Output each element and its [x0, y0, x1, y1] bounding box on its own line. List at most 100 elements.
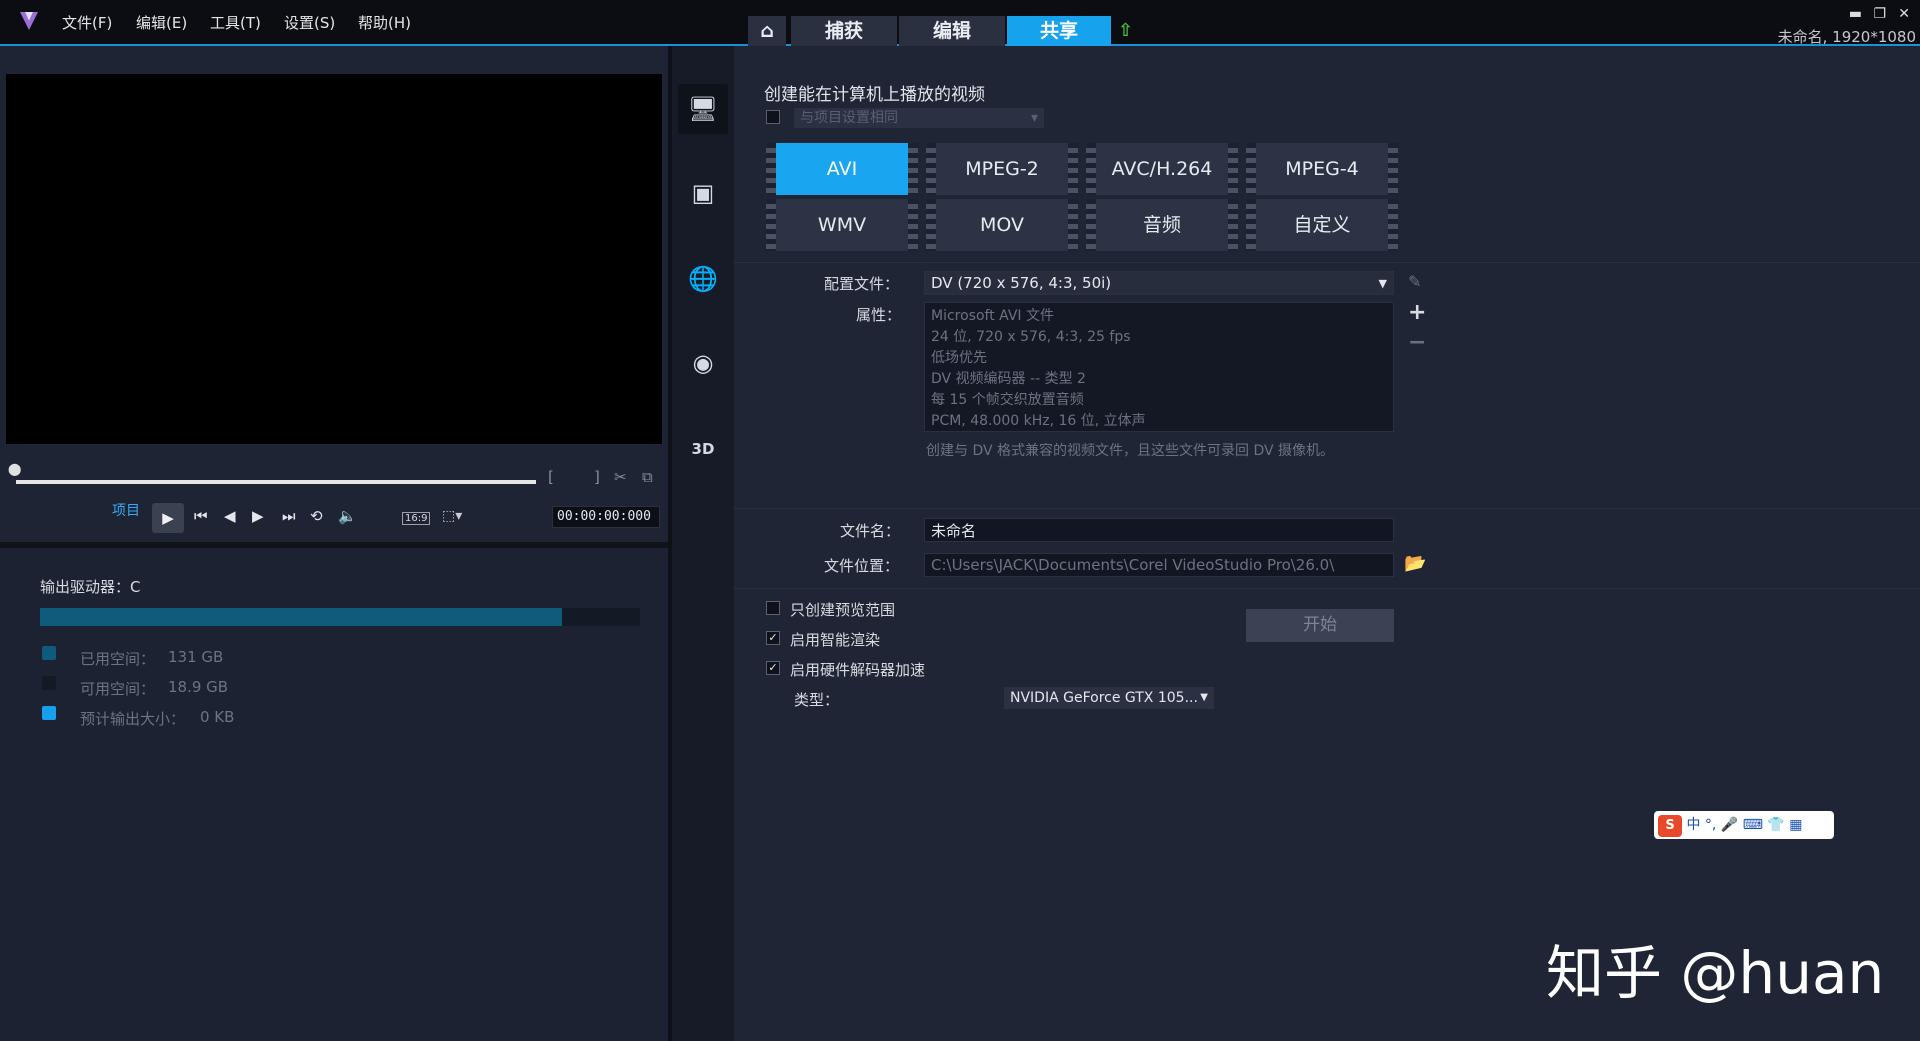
aspect-ratio-select[interactable]: 16:9 [402, 512, 431, 525]
disc-icon[interactable]: ◉ [678, 338, 728, 388]
format-avi-button[interactable]: AVI [766, 143, 918, 195]
property-line: 24 位, 720 x 576, 4:3, 25 fps [931, 329, 1131, 345]
next-frame-icon[interactable]: ▶ [252, 507, 264, 525]
format-label: 自定义 [1293, 214, 1351, 236]
tab-capture[interactable]: 捕获 [791, 16, 897, 46]
filename-input[interactable] [924, 518, 1394, 542]
watermark: 知乎 @huan [1546, 939, 1885, 1007]
timecode-field[interactable]: 00:00:00:000 [552, 506, 660, 528]
microphone-icon: 🎤 [1720, 817, 1739, 833]
same-as-project-select: 与项目设置相同 ▾ [794, 108, 1044, 128]
section-divider [734, 508, 1920, 509]
computer-icon[interactable]: 🖥 [678, 84, 728, 134]
tab-edit[interactable]: 编辑 [899, 16, 1005, 46]
format-mov-button[interactable]: MOV [926, 199, 1078, 251]
format-label: AVI [826, 158, 858, 180]
menu-settings[interactable]: 设置(S) [284, 12, 335, 33]
profile-select[interactable]: DV (720 x 576, 4:3, 50i) ▼ [924, 271, 1394, 295]
drive-usage-bar [40, 608, 640, 626]
share-panel [734, 46, 1920, 1041]
close-icon[interactable]: ✕ [1898, 6, 1910, 22]
format-avc-button[interactable]: AVC/H.264 [1086, 143, 1238, 195]
used-space-value: 131 GB [168, 648, 224, 666]
ime-language: 中 [1686, 817, 1701, 833]
free-space-label: 可用空间： [80, 680, 156, 698]
remove-profile-icon[interactable]: − [1408, 330, 1426, 355]
playhead-marker-icon[interactable]: ⬤ [8, 462, 21, 476]
tab-share[interactable]: 共享 [1007, 16, 1111, 46]
edit-profile-icon[interactable]: ✎ [1408, 272, 1421, 291]
format-mpeg4-button[interactable]: MPEG-4 [1246, 143, 1398, 195]
scrubber-track[interactable] [16, 480, 536, 484]
3d-icon[interactable]: 3D [678, 424, 728, 474]
profile-description: 创建与 DV 格式兼容的视频文件，且这些文件可录回 DV 摄像机。 [926, 443, 1335, 459]
repeat-icon[interactable]: ⟲ [310, 507, 323, 525]
format-audio-button[interactable]: 音频 [1086, 199, 1238, 251]
title-bar: 文件(F) 编辑(E) 工具(T) 设置(S) 帮助(H) ⌂ 捕获 编辑 共享… [0, 0, 1920, 46]
section-divider [734, 588, 1920, 589]
start-button-label: 开始 [1303, 615, 1337, 635]
timecode-value: 00:00:00:000 [557, 509, 651, 524]
split-clip-icon[interactable]: ✂ [614, 468, 627, 486]
hw-accel-label: 启用硬件解码器加速 [790, 661, 926, 679]
start-button[interactable]: 开始 [1246, 609, 1394, 642]
volume-icon[interactable]: 🔈 [338, 507, 357, 525]
property-line: DV 视频编码器 -- 类型 2 [931, 371, 1086, 387]
free-legend-swatch [42, 676, 56, 690]
property-line: PCM, 48.000 kHz, 16 位, 立体声 [931, 413, 1146, 429]
format-label: AVC/H.264 [1111, 158, 1213, 180]
browse-folder-icon[interactable]: 📂 [1404, 553, 1426, 574]
ime-toolbar[interactable]: S 中 °, 🎤 ⌨ 👕 ▦ [1654, 811, 1834, 839]
dropdown-arrow-icon: ▼ [1378, 277, 1387, 290]
preview-window[interactable] [6, 74, 662, 444]
play-icon: ▶ [162, 509, 174, 527]
used-space-label: 已用空间： [80, 650, 156, 668]
drive-info-panel: 输出驱动器：C 已用空间： 131 GB 可用空间： 18.9 GB 预计输出大… [0, 548, 668, 1041]
safe-area-icon[interactable]: ⬚▾ [442, 508, 462, 524]
toolbox-icon: ▦ [1789, 817, 1803, 833]
gpu-type-value: NVIDIA GeForce GTX 105... [1010, 690, 1198, 706]
menu-edit[interactable]: 编辑(E) [136, 12, 187, 33]
preview-only-label: 只创建预览范围 [790, 601, 896, 619]
sogou-logo-icon: S [1658, 815, 1682, 837]
location-label: 文件位置： [824, 557, 900, 575]
menu-help[interactable]: 帮助(H) [358, 12, 411, 33]
go-start-icon[interactable]: ⏮ [194, 507, 208, 525]
drive-usage-fill [40, 608, 562, 626]
same-as-project-checkbox[interactable] [766, 110, 780, 124]
menu-file[interactable]: 文件(F) [62, 12, 112, 33]
menu-tools[interactable]: 工具(T) [210, 12, 261, 33]
filename-label: 文件名： [840, 522, 901, 540]
go-end-icon[interactable]: ⏭ [282, 507, 296, 525]
prev-frame-icon[interactable]: ◀ [224, 507, 236, 525]
enlarge-preview-icon[interactable]: ⧉ [642, 468, 653, 486]
hw-accel-checkbox[interactable]: ✓ [766, 661, 780, 675]
home-icon: ⌂ [760, 20, 774, 42]
add-profile-icon[interactable]: + [1408, 300, 1426, 325]
preview-only-checkbox[interactable] [766, 601, 780, 615]
format-label: WMV [817, 214, 867, 236]
profile-value: DV (720 x 576, 4:3, 50i) [931, 274, 1112, 292]
minimize-icon[interactable]: ▬ [1849, 6, 1862, 22]
free-space-value: 18.9 GB [168, 678, 229, 696]
keyboard-icon: ⌨ [1742, 817, 1763, 833]
restore-icon[interactable]: ❐ [1873, 6, 1886, 22]
upload-arrow-icon[interactable]: ⇧ [1118, 20, 1133, 41]
format-mpeg2-button[interactable]: MPEG-2 [926, 143, 1078, 195]
mark-out-icon[interactable]: ] [594, 468, 600, 486]
skin-icon: 👕 [1767, 817, 1785, 833]
app-logo-icon [18, 10, 40, 36]
web-globe-icon[interactable]: 🌐 [678, 254, 728, 304]
format-label: MPEG-2 [965, 158, 1039, 180]
gpu-type-select[interactable]: NVIDIA GeForce GTX 105... ▼ [1004, 687, 1214, 709]
smart-render-checkbox[interactable]: ✓ [766, 631, 780, 645]
project-info: 未命名, 1920*1080 [1777, 28, 1916, 46]
format-custom-button[interactable]: 自定义 [1246, 199, 1398, 251]
device-icon[interactable]: ▣ [678, 168, 728, 218]
format-wmv-button[interactable]: WMV [766, 199, 918, 251]
play-button[interactable]: ▶ [152, 503, 184, 533]
play-mode-label[interactable]: 项目 [112, 500, 140, 520]
location-input[interactable]: C:\Users\JACK\Documents\Corel VideoStudi… [924, 553, 1394, 577]
mark-in-icon[interactable]: [ [548, 468, 554, 486]
home-tab[interactable]: ⌂ [748, 16, 786, 46]
